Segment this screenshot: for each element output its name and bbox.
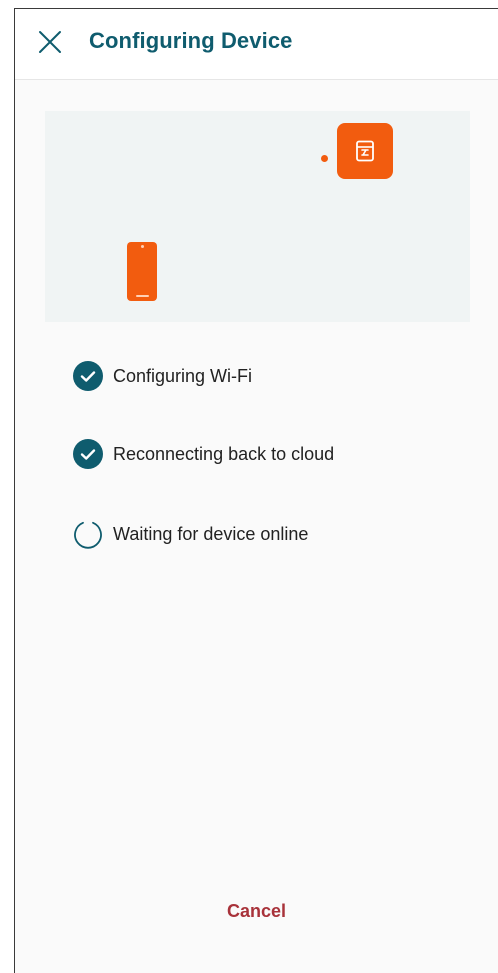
step-waiting-online: Waiting for device online [73, 519, 453, 549]
router-device-icon [337, 123, 393, 179]
close-button[interactable] [33, 25, 67, 59]
close-icon [39, 31, 61, 53]
step-configuring-wifi: Configuring Wi-Fi [73, 361, 453, 391]
pairing-illustration [45, 111, 470, 322]
top-app-bar: Configuring Device [15, 9, 498, 80]
spinner-icon [73, 519, 103, 549]
step-reconnecting-cloud: Reconnecting back to cloud [73, 439, 453, 469]
smartphone-icon [127, 242, 157, 301]
cancel-button[interactable]: Cancel [15, 901, 498, 922]
step-label: Waiting for device online [113, 523, 309, 544]
page-title: Configuring Device [89, 28, 293, 53]
check-circle-icon [73, 361, 103, 391]
connection-dot [321, 155, 328, 162]
step-label: Configuring Wi-Fi [113, 365, 253, 386]
step-label: Reconnecting back to cloud [113, 443, 335, 464]
check-circle-icon [73, 439, 103, 469]
app-screen: Configuring Device Configuring Wi-Fi Rec… [14, 8, 498, 973]
